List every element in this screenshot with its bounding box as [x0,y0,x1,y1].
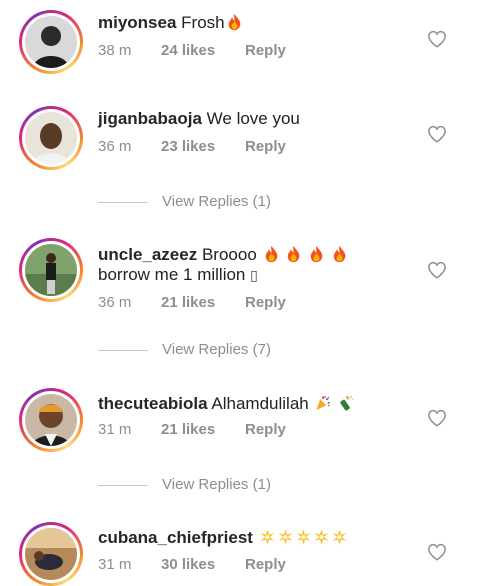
view-replies-button[interactable]: View Replies (1) [98,476,358,496]
timestamp: 36 m [98,138,132,155]
bottle-with-popping-cork-icon [337,394,354,412]
reply-button[interactable]: Reply [245,42,286,59]
sparkler-icon [259,528,276,546]
reply-button[interactable]: Reply [245,556,286,573]
timestamp: 31 m [98,556,132,573]
fire-icon [308,245,325,263]
heart-icon[interactable] [427,261,447,279]
likes-count[interactable]: 21 likes [161,421,215,438]
missing-glyph: ▯ [250,267,258,283]
divider-line [98,202,148,203]
comment-body-2: borrow me 1 million [98,265,246,284]
reply-button[interactable]: Reply [245,421,286,438]
timestamp: 31 m [98,421,132,438]
view-replies-label[interactable]: View Replies (7) [162,341,271,358]
avatar[interactable] [19,10,83,74]
username[interactable]: miyonsea [98,13,176,32]
username[interactable]: thecuteabiola [98,394,208,413]
reply-button[interactable]: Reply [245,138,286,155]
heart-icon[interactable] [427,125,447,143]
comment-text: uncle_azeez Broooo [98,245,348,265]
likes-count[interactable]: 23 likes [161,138,215,155]
comment-body: Broooo [201,245,257,264]
username[interactable]: jiganbabaoja [98,109,202,128]
view-replies-button[interactable]: View Replies (1) [98,193,358,213]
avatar[interactable] [19,388,83,452]
comment-text: cubana_chiefpriest [98,528,348,548]
sparkler-icon [277,528,294,546]
avatar[interactable] [19,106,83,170]
party-popper-icon [314,394,331,412]
reply-button[interactable]: Reply [245,294,286,311]
comment-body: Alhamdulilah [211,394,309,413]
timestamp: 38 m [98,42,132,59]
comment-text: miyonsea Frosh [98,13,243,33]
timestamp: 36 m [98,294,132,311]
view-replies-button[interactable]: View Replies (7) [98,341,358,361]
fire-icon [263,245,280,263]
fire-icon [226,13,243,31]
divider-line [98,485,148,486]
sparkler-icon [295,528,312,546]
sparkler-icon [313,528,330,546]
heart-icon[interactable] [427,543,447,561]
view-replies-label[interactable]: View Replies (1) [162,476,271,493]
comment-body: We love you [206,109,300,128]
divider-line [98,350,148,351]
username[interactable]: cubana_chiefpriest [98,528,253,547]
heart-icon[interactable] [427,30,447,48]
sparkler-icon [331,528,348,546]
heart-icon[interactable] [427,409,447,427]
comment-text: thecuteabiola Alhamdulilah [98,394,354,414]
likes-count[interactable]: 24 likes [161,42,215,59]
view-replies-label[interactable]: View Replies (1) [162,193,271,210]
likes-count[interactable]: 21 likes [161,294,215,311]
fire-icon [285,245,302,263]
comment-body: Frosh [181,13,225,32]
fire-icon [331,245,348,263]
avatar[interactable] [19,238,83,302]
username[interactable]: uncle_azeez [98,245,197,264]
avatar[interactable] [19,522,83,586]
comment-text-line-2: borrow me 1 million ▯ [98,265,258,285]
likes-count[interactable]: 30 likes [161,556,215,573]
comment-text: jiganbabaoja We love you [98,109,300,129]
